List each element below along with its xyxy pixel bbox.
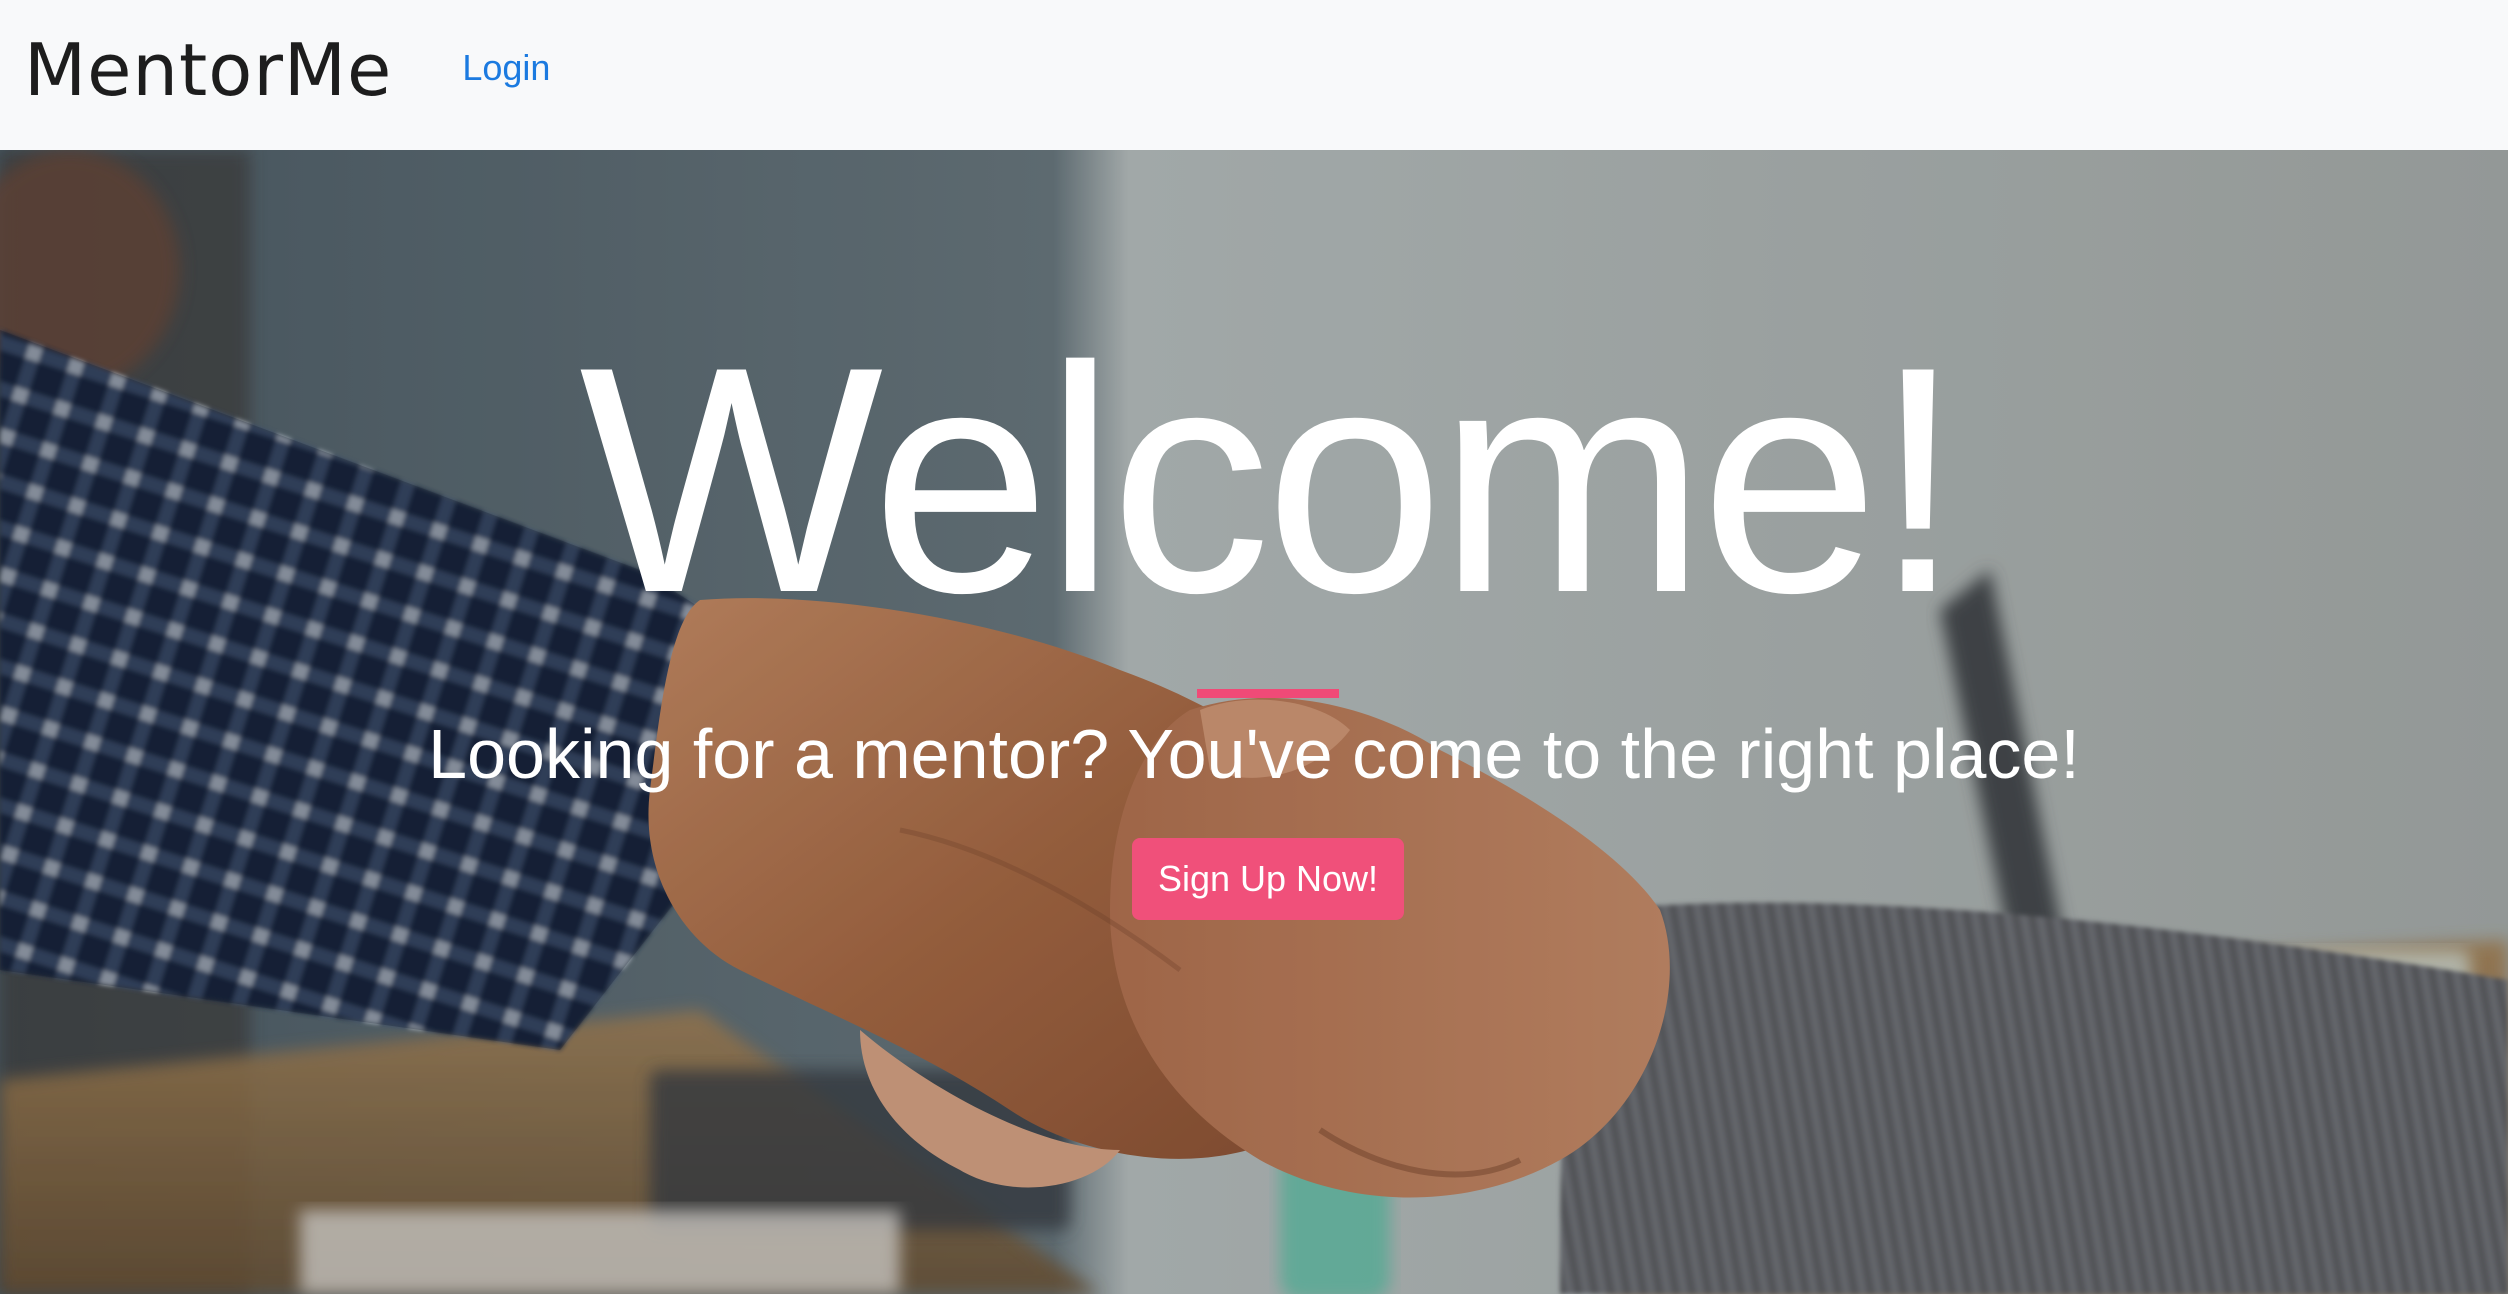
sign-up-button[interactable]: Sign Up Now! xyxy=(1132,838,1404,920)
hero-content: Welcome! Looking for a mentor? You've co… xyxy=(0,150,2508,1294)
login-link[interactable]: Login xyxy=(462,47,550,89)
hero-heading: Welcome! xyxy=(579,301,1963,660)
hero-section: Welcome! Looking for a mentor? You've co… xyxy=(0,150,2508,1294)
top-navbar: MentorMe Login xyxy=(0,0,2508,150)
brand-logo[interactable]: MentorMe xyxy=(24,34,392,106)
accent-divider xyxy=(1197,689,1339,698)
hero-tagline: Looking for a mentor? You've come to the… xyxy=(428,715,2080,793)
